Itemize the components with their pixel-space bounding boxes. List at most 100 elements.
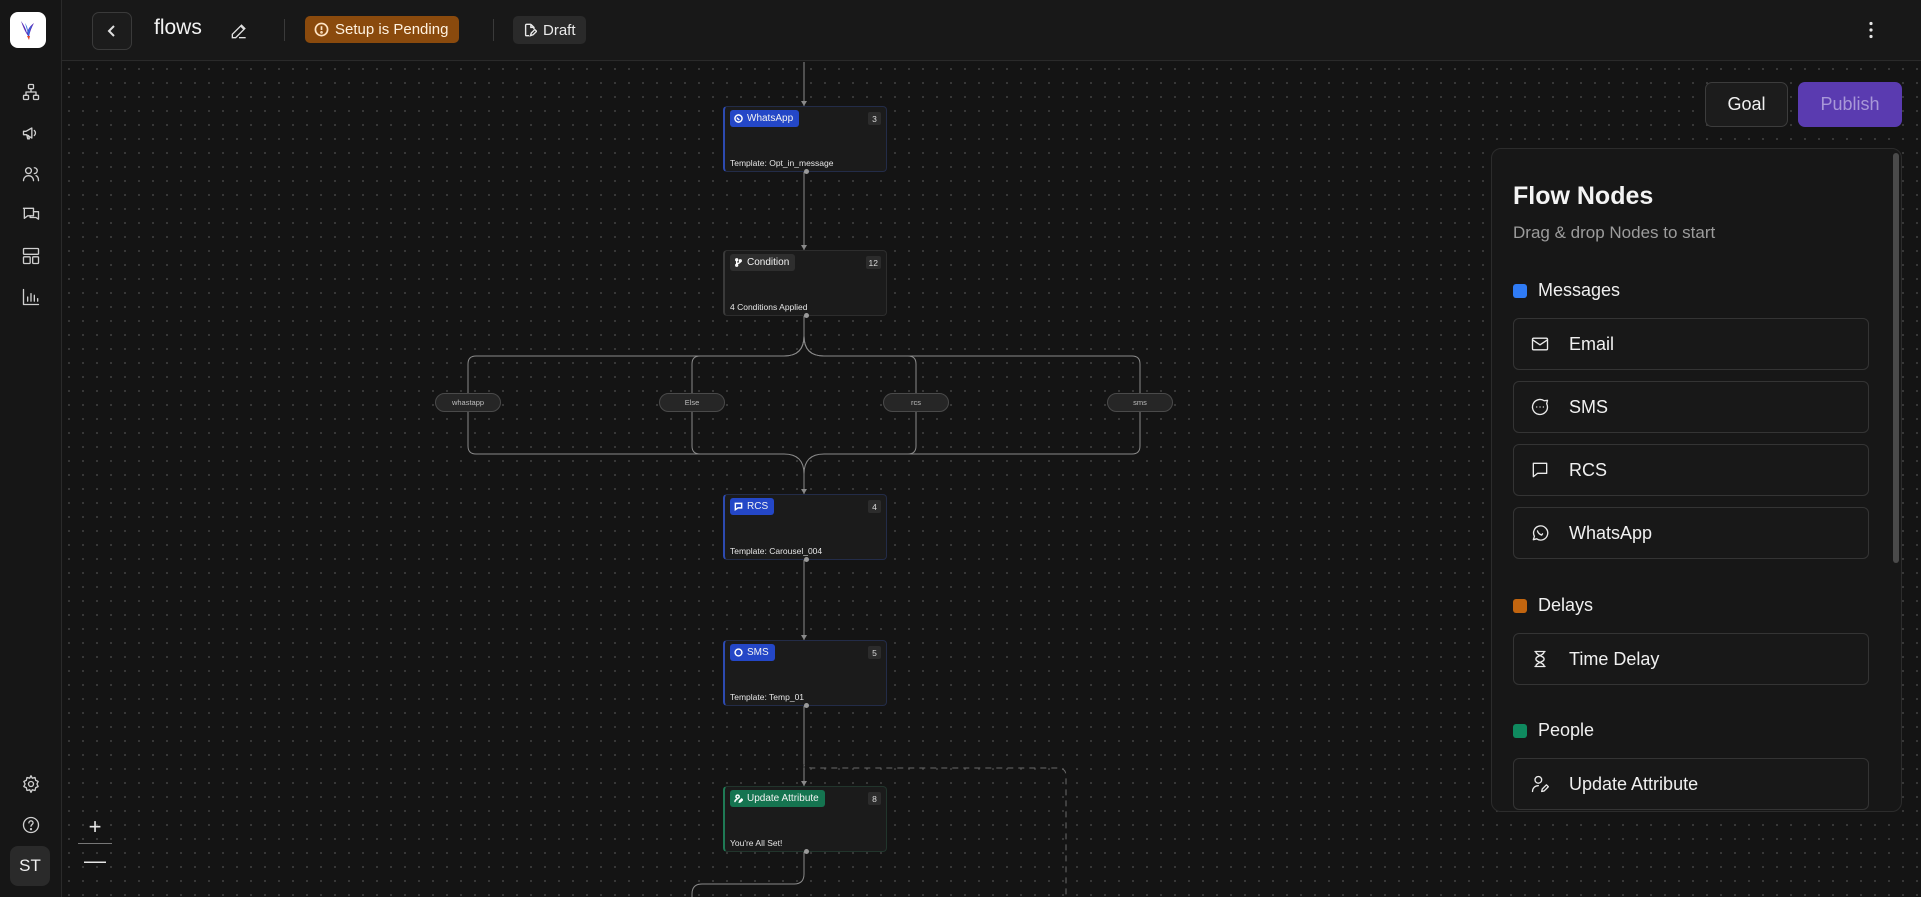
chevron-left-icon: [107, 25, 115, 37]
section-delays: Delays: [1513, 595, 1593, 616]
section-people: People: [1513, 720, 1594, 741]
edit-title-button[interactable]: [226, 18, 252, 44]
node-item-label: WhatsApp: [1569, 522, 1653, 543]
divider: [493, 19, 494, 41]
alert-circle-icon: [314, 22, 329, 37]
help-question-icon[interactable]: [18, 812, 44, 838]
section-color-dot: [1513, 598, 1527, 613]
settings-gear-icon[interactable]: [18, 771, 44, 797]
goal-button[interactable]: Goal: [1705, 82, 1788, 127]
node-type-chip: WhatsApp: [730, 110, 800, 127]
analytics-chart-icon[interactable]: [18, 284, 44, 310]
setup-status-text: Setup is Pending: [335, 21, 449, 38]
node-type-chip: SMS: [730, 644, 775, 661]
publish-button[interactable]: Publish: [1798, 82, 1902, 127]
node-type-chip: RCS: [730, 498, 775, 515]
node-item-whatsapp[interactable]: WhatsApp: [1513, 507, 1869, 559]
setup-status-badge: Setup is Pending: [305, 16, 460, 43]
node-output-port[interactable]: [804, 313, 809, 318]
node-item-email[interactable]: Email: [1513, 318, 1869, 370]
section-label: Delays: [1538, 595, 1594, 615]
back-button[interactable]: [92, 12, 132, 50]
node-output-port[interactable]: [804, 703, 809, 708]
message-circle-icon: [1531, 398, 1549, 416]
node-item-label: Update Attribute: [1569, 773, 1699, 794]
user-initials: ST: [19, 856, 41, 875]
divider: [284, 19, 285, 41]
node-description: Template: Opt_in_message: [730, 158, 834, 168]
file-edit-icon: [524, 23, 537, 37]
edge-branch-whastapp: [467, 335, 805, 475]
flows-nav-icon[interactable]: [18, 79, 44, 105]
node-type-label: Condition: [747, 257, 790, 268]
sidebar: ST: [0, 0, 62, 897]
top-bar: flows Setup is Pending Draft: [62, 0, 1921, 61]
user-avatar[interactable]: ST: [10, 846, 50, 886]
app-logo[interactable]: [10, 12, 46, 48]
node-type-chip: Update Attribute: [730, 790, 825, 807]
branch-label-else[interactable]: Else: [659, 393, 725, 412]
panel-scrollbar[interactable]: [1893, 153, 1899, 563]
node-output-port[interactable]: [804, 169, 809, 174]
contacts-users-icon[interactable]: [18, 161, 44, 187]
section-color-dot: [1513, 723, 1527, 738]
flow-node-whatsapp[interactable]: WhatsApp 3 Template: Opt_in_message: [723, 106, 887, 174]
message-square-icon: [734, 502, 743, 511]
node-description: Template: Temp_01: [730, 692, 805, 702]
message-square-icon: [1532, 462, 1548, 478]
panel-subtitle: Drag & drop Nodes to start: [1513, 223, 1716, 242]
edge: [691, 852, 805, 897]
section-color-dot: [1513, 283, 1527, 298]
node-number: 5: [868, 646, 881, 659]
hourglass-icon: [1534, 650, 1546, 668]
node-number: 4: [868, 500, 881, 513]
panel-title: Flow Nodes: [1513, 182, 1654, 210]
campaigns-megaphone-icon[interactable]: [18, 120, 44, 146]
more-options-button[interactable]: [1858, 17, 1884, 43]
flow-node-sms[interactable]: SMS 5 Template: Temp_01: [723, 640, 887, 708]
draft-text: Draft: [543, 21, 576, 39]
zoom-out-button[interactable]: —: [78, 844, 112, 877]
flow-node-rcs[interactable]: RCS 4 Template: Carousel_004: [723, 494, 887, 562]
node-item-time-delay[interactable]: Time Delay: [1513, 633, 1869, 685]
pencil-icon: [231, 24, 246, 39]
node-description: You're All Set!: [730, 838, 783, 848]
node-output-port[interactable]: [804, 557, 809, 562]
node-type-label: RCS: [747, 501, 769, 512]
whatsapp-icon: [734, 114, 743, 123]
user-edit-icon: [734, 794, 743, 803]
section-label: People: [1538, 720, 1595, 740]
flow-nodes-panel: Flow Nodes Drag & drop Nodes to start Me…: [1491, 148, 1902, 812]
node-item-label: RCS: [1569, 459, 1608, 480]
zoom-controls: + —: [78, 810, 112, 876]
node-item-update-attribute[interactable]: Update Attribute: [1513, 758, 1869, 810]
message-circle-icon: [734, 648, 743, 657]
git-branch-icon: [735, 258, 742, 267]
node-type-label: Update Attribute: [747, 793, 819, 804]
section-messages: Messages: [1513, 280, 1620, 301]
more-vertical-icon: [1869, 21, 1873, 39]
node-number: 8: [868, 792, 881, 805]
node-number: 12: [865, 256, 881, 269]
branch-label-rcs[interactable]: rcs: [883, 393, 949, 412]
zoom-in-button[interactable]: +: [78, 810, 112, 843]
bird-logo-icon: [21, 21, 34, 40]
node-item-sms[interactable]: SMS: [1513, 381, 1869, 433]
edge-branch-sms: [803, 335, 1141, 475]
conversations-chat-icon[interactable]: [18, 202, 44, 228]
flow-node-condition[interactable]: Condition 12 4 Conditions Applied: [723, 250, 887, 318]
branch-label-whastapp[interactable]: whastapp: [435, 393, 501, 412]
mail-icon: [1531, 337, 1549, 351]
node-item-rcs[interactable]: RCS: [1513, 444, 1869, 496]
node-description: Template: Carousel_004: [730, 546, 823, 556]
node-output-port[interactable]: [804, 849, 809, 854]
templates-layout-icon[interactable]: [18, 243, 44, 269]
node-type-label: SMS: [747, 647, 769, 658]
user-edit-icon: [1531, 775, 1549, 793]
node-number: 3: [868, 112, 881, 125]
node-type-label: WhatsApp: [747, 113, 794, 124]
branch-label-sms[interactable]: sms: [1107, 393, 1173, 412]
draft-badge: Draft: [513, 16, 586, 44]
section-label: Messages: [1538, 280, 1621, 300]
flow-node-update-attribute[interactable]: Update Attribute 8 You're All Set!: [723, 786, 887, 854]
